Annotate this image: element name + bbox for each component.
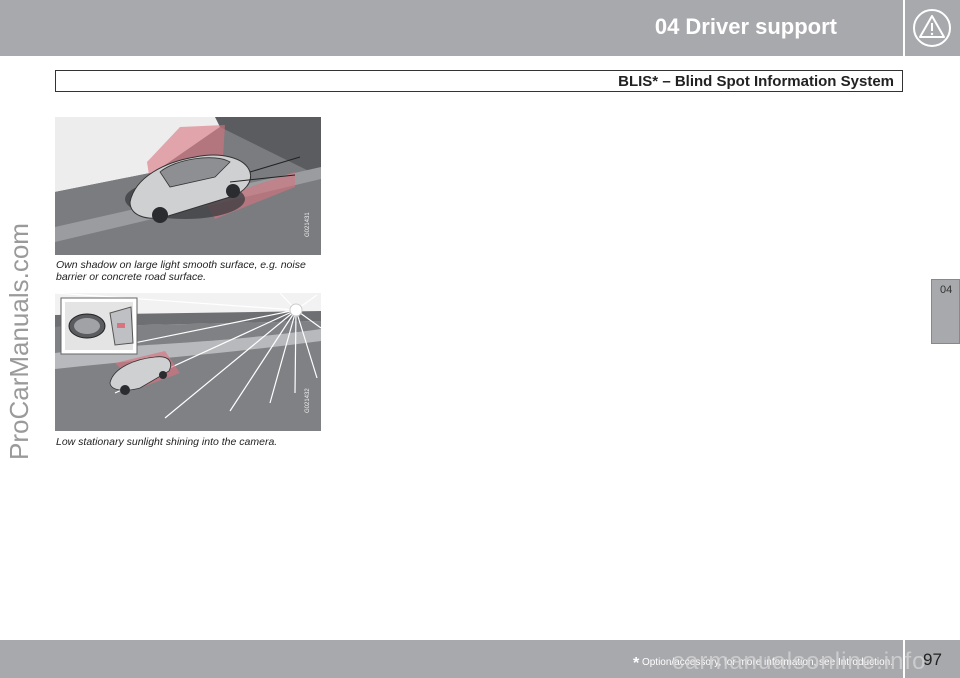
chapter-side-tab: 04 bbox=[931, 279, 960, 344]
figure-shadow-illustration: G021431 bbox=[55, 117, 321, 255]
figure-sunlight-illustration: G021432 bbox=[55, 293, 321, 431]
header-bar: 04 Driver support bbox=[0, 0, 903, 56]
warning-triangle-icon bbox=[913, 9, 951, 47]
chapter-title: 04 Driver support bbox=[654, 14, 837, 39]
watermark-right: carmanualsonline.info bbox=[672, 648, 927, 675]
figure-code: G021432 bbox=[305, 388, 311, 413]
figure-caption: Low stationary sunlight shining into the… bbox=[56, 436, 278, 448]
header-icon-box bbox=[905, 0, 960, 56]
watermark-text: ProCarManuals.com bbox=[4, 223, 34, 460]
section-title: BLIS* – Blind Spot Information System bbox=[618, 73, 894, 90]
footnote-star: * bbox=[632, 655, 640, 672]
section-title-box: BLIS* – Blind Spot Information System bbox=[55, 70, 903, 92]
figure-code: G021431 bbox=[305, 212, 311, 237]
side-tab-label: 04 bbox=[940, 284, 953, 296]
figure-caption: Own shadow on large light smooth surface… bbox=[56, 259, 306, 283]
